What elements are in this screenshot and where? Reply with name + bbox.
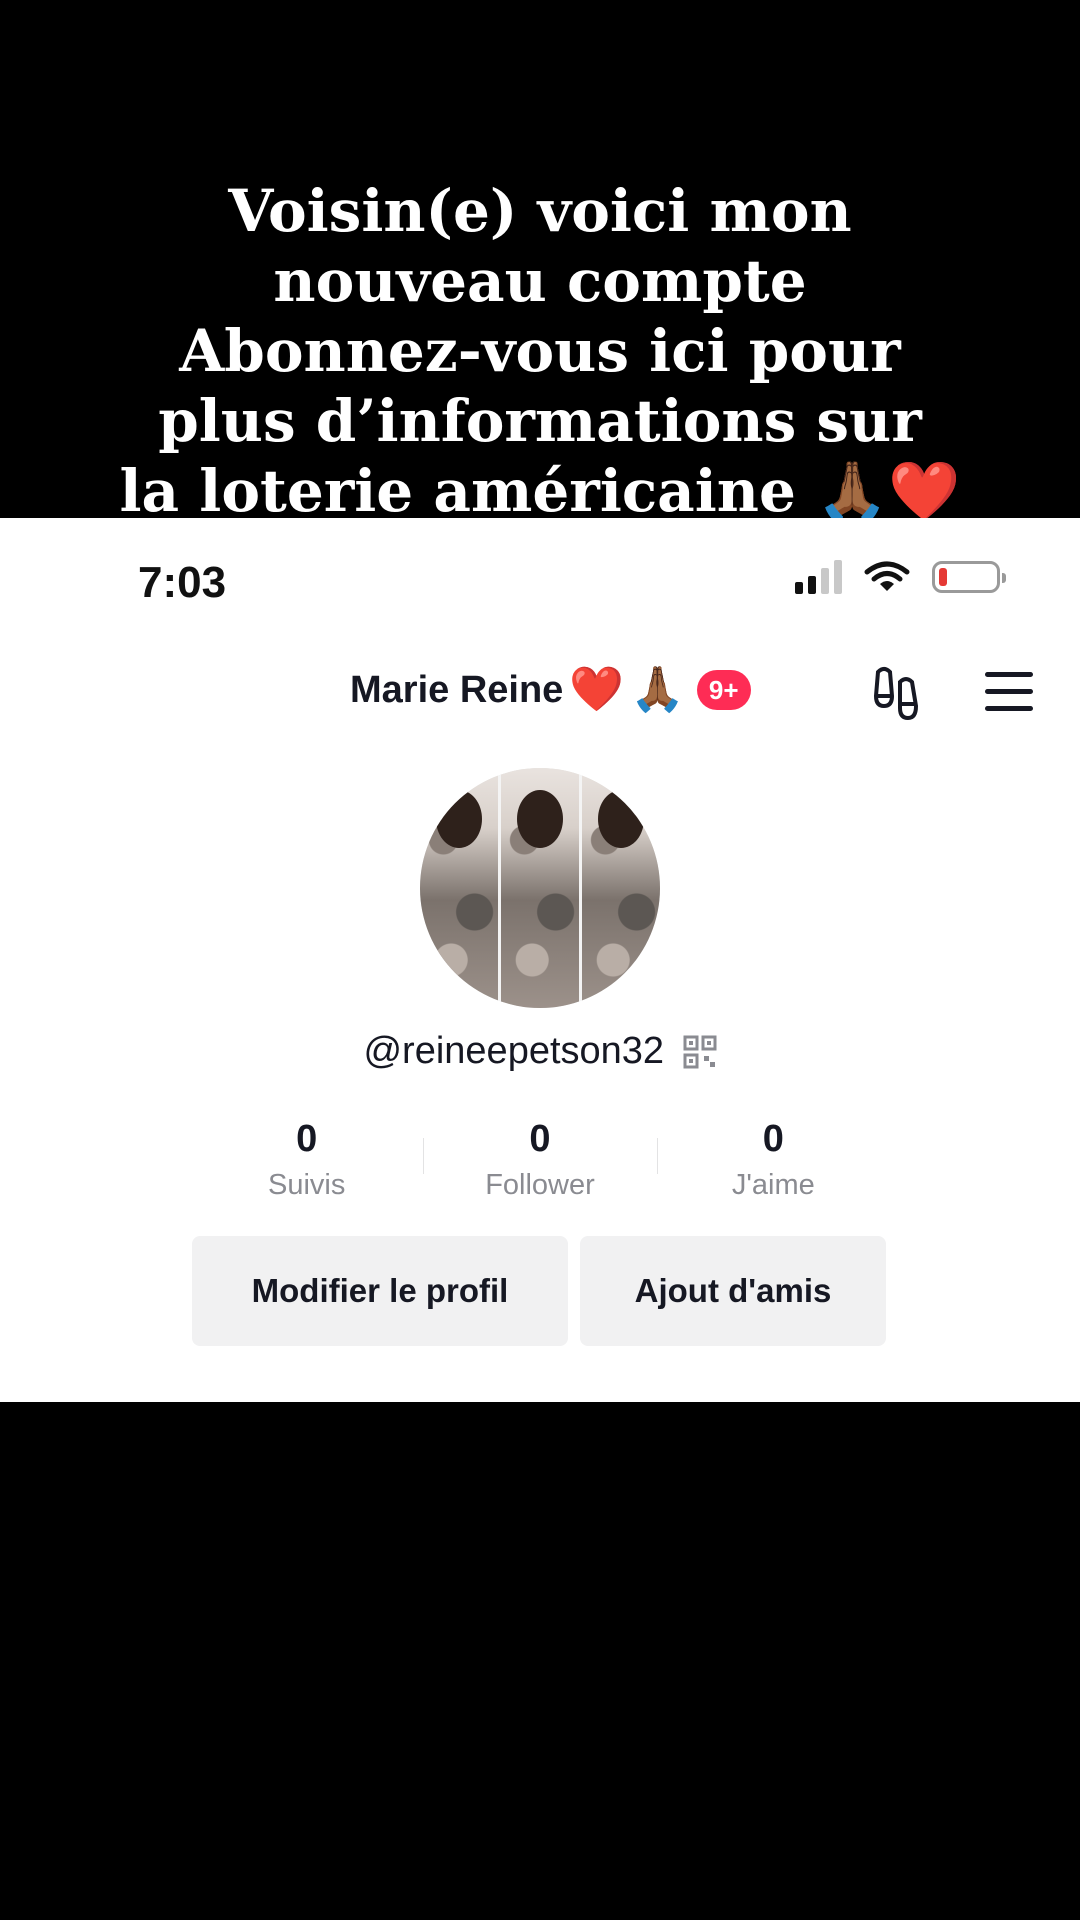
caption-line: Abonnez-vous ici pour — [179, 317, 901, 385]
praying-hands-emoji: 🙏🏾 — [630, 665, 685, 714]
video-caption: Voisin(e) voici mon nouveau compte Abonn… — [0, 176, 1080, 526]
notification-badge: 9+ — [696, 670, 751, 710]
caption-line: nouveau compte — [273, 247, 807, 315]
profile-stats: 0 Suivis 0 Follower 0 J'aime — [190, 1116, 890, 1208]
status-icons — [795, 560, 1006, 594]
caption-line: Voisin(e) voici mon — [228, 177, 852, 245]
stat-label: J'aime — [731, 1169, 815, 1201]
stat-value: 0 — [762, 1118, 784, 1160]
qr-code-icon[interactable] — [683, 1035, 717, 1069]
signal-icon — [795, 560, 842, 594]
add-friends-button[interactable]: Ajout d'amis — [580, 1236, 886, 1346]
avatar[interactable] — [420, 768, 660, 1008]
avatar-photo-slice — [498, 768, 579, 1008]
profile-handle: @reineepetson32 — [363, 1030, 665, 1072]
profile-header: Marie Reine ❤️ 🙏🏾 9+ — [0, 660, 1080, 740]
stat-label: Follower — [485, 1169, 595, 1201]
handle-row: @reineepetson32 — [0, 1030, 1080, 1073]
stat-following[interactable]: 0 Suivis — [190, 1116, 423, 1208]
profile-display-name: Marie Reine — [350, 668, 564, 711]
status-time: 7:03 — [138, 558, 227, 607]
heart-emoji: ❤️ — [569, 665, 625, 714]
caption-line: la loterie américaine 🙏🏾❤️ — [119, 457, 961, 525]
stat-label: Suivis — [267, 1169, 346, 1201]
battery-icon — [932, 561, 1006, 593]
battery-level — [939, 568, 947, 586]
profile-actions: Modifier le profil Ajout d'amis — [192, 1236, 886, 1346]
avatar-photo-slice — [579, 768, 660, 1008]
footprint-icon[interactable] — [870, 666, 922, 722]
stat-followers[interactable]: 0 Follower — [423, 1116, 656, 1208]
account-switcher[interactable]: Marie Reine ❤️ 🙏🏾 9+ — [350, 660, 751, 720]
profile-screenshot: 7:03 Marie Reine ❤️ 🙏🏾 9+ @reineepetson3… — [0, 518, 1080, 1402]
menu-icon[interactable] — [985, 672, 1033, 723]
avatar-photo-slice — [420, 768, 498, 1008]
wifi-icon — [864, 561, 910, 591]
stat-likes[interactable]: 0 J'aime — [656, 1116, 890, 1208]
stat-value: 0 — [296, 1118, 318, 1160]
edit-profile-button[interactable]: Modifier le profil — [192, 1236, 568, 1346]
stat-value: 0 — [529, 1118, 551, 1160]
caption-line: plus d’informations sur — [158, 387, 922, 455]
